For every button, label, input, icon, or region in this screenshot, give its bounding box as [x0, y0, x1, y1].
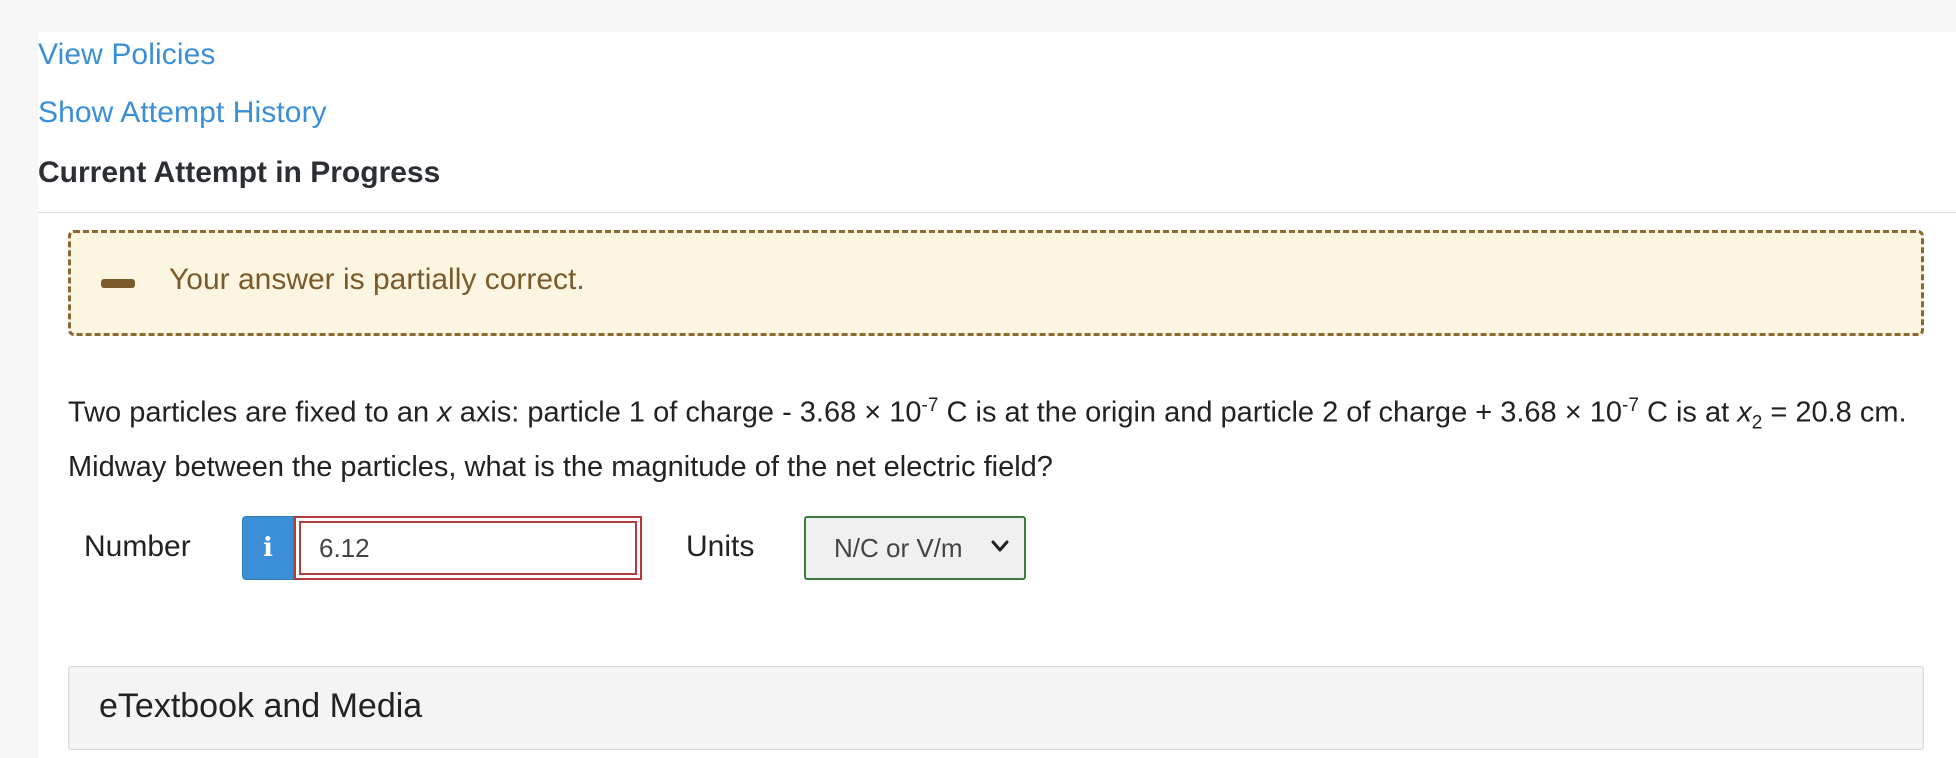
units-label: Units [686, 530, 755, 563]
charge2-exponent: -7 [1622, 395, 1639, 416]
question-part: C is at [1638, 396, 1738, 429]
question-part: axis: particle 1 of charge - 3.68 × 10 [451, 396, 922, 429]
axis-variable: x [437, 396, 452, 429]
number-label: Number [84, 530, 191, 563]
info-icon: i [263, 533, 273, 563]
attempt-heading: Current Attempt in Progress [38, 156, 441, 189]
chevron-down-icon [991, 540, 1009, 552]
position-subscript: 2 [1751, 412, 1763, 434]
units-selected-value: N/C or V/m [834, 532, 963, 563]
etextbook-media-panel[interactable]: eTextbook and Media [68, 666, 1924, 750]
question-text: Two particles are fixed to an x axis: pa… [68, 384, 1948, 489]
question-part: C is at the origin and particle 2 of cha… [938, 396, 1623, 429]
question-part: Two particles are fixed to an [68, 396, 438, 429]
position-variable: x [1737, 396, 1752, 429]
view-policies-link[interactable]: View Policies [38, 38, 216, 72]
charge1-exponent: -7 [921, 395, 939, 416]
minus-icon [101, 279, 135, 288]
feedback-message: Your answer is partially correct. [169, 263, 585, 296]
feedback-banner: Your answer is partially correct. [68, 230, 1924, 336]
units-select[interactable]: N/C or V/m [804, 516, 1026, 580]
assignment-page: View Policies Show Attempt History Curre… [38, 32, 1956, 758]
number-input-wrapper [294, 516, 642, 580]
top-background [0, 0, 1956, 32]
media-panel-title: eTextbook and Media [99, 687, 423, 725]
info-button[interactable]: i [242, 516, 294, 580]
left-background [0, 0, 38, 758]
show-attempt-history-link[interactable]: Show Attempt History [38, 96, 327, 130]
number-input[interactable] [299, 521, 637, 575]
divider [38, 212, 1956, 213]
